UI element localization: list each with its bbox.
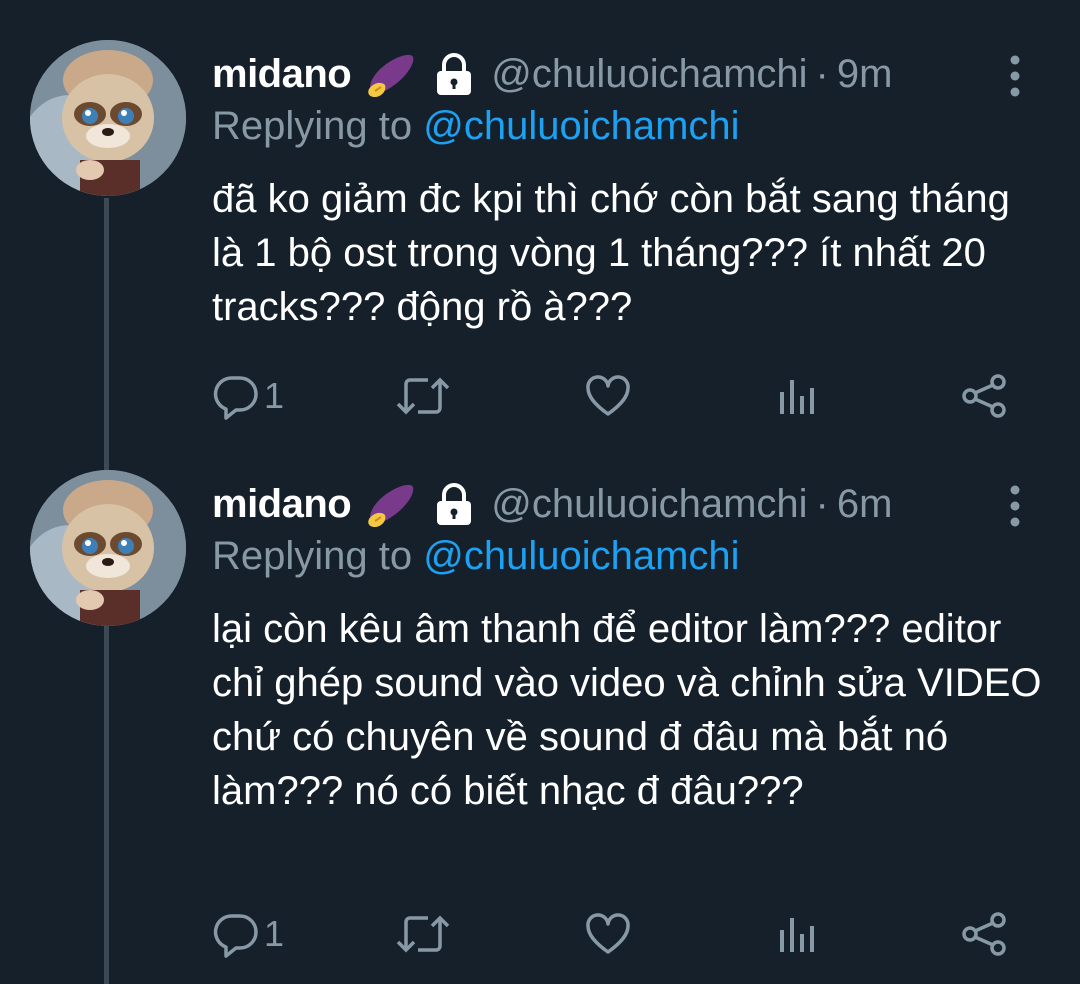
lock-icon (431, 481, 477, 527)
reply-count: 1 (264, 913, 285, 954)
lock-icon (431, 51, 477, 97)
analytics-button[interactable] (776, 366, 816, 426)
retweet-button[interactable] (396, 904, 450, 964)
mention-link[interactable]: @chuluoichamchi (423, 104, 739, 148)
more-vertical-icon[interactable] (1000, 54, 1030, 100)
share-button[interactable] (960, 904, 1008, 964)
avatar[interactable] (30, 470, 186, 626)
tweet-actions: 1 (212, 904, 1012, 964)
retweet-icon (396, 910, 450, 958)
timestamp[interactable]: 6m (837, 482, 893, 527)
tweet-text: đã ko giảm đc kpi thì chớ còn bắt sang t… (212, 177, 1010, 329)
analytics-icon (776, 910, 816, 958)
replying-to-label: Replying to (212, 534, 413, 578)
like-button[interactable] (584, 366, 632, 426)
tweet-text: lại còn kêu âm thanh để editor làm??? ed… (212, 607, 1042, 813)
like-icon (584, 910, 632, 958)
retweet-icon (396, 372, 450, 420)
like-button[interactable] (584, 904, 632, 964)
timestamp[interactable]: 9m (837, 52, 893, 97)
reply-button[interactable]: 1 (212, 366, 284, 426)
user-handle[interactable]: @chuluoichamchi (491, 482, 807, 527)
replying-to-label: Replying to (212, 104, 413, 148)
sweet-potato-icon (363, 47, 417, 101)
display-name[interactable]: midano (212, 52, 352, 97)
tweet-header: midano @chuluoichamchi · 9m (212, 44, 1012, 104)
reply-icon (212, 910, 260, 958)
tweet[interactable]: midano @chuluoichamchi · 9m Replying to … (0, 0, 1080, 430)
sweet-potato-icon (363, 477, 417, 531)
analytics-button[interactable] (776, 904, 816, 964)
replying-to: Replying to @chuluoichamchi (212, 534, 740, 579)
mention-link[interactable]: @chuluoichamchi (423, 534, 739, 578)
reply-button[interactable]: 1 (212, 904, 284, 964)
share-button[interactable] (960, 366, 1008, 426)
share-icon (960, 372, 1008, 420)
retweet-button[interactable] (396, 366, 450, 426)
like-icon (584, 372, 632, 420)
reply-icon (212, 372, 260, 420)
replying-to: Replying to @chuluoichamchi (212, 104, 740, 149)
separator-dot: · (815, 481, 829, 526)
tweet[interactable]: midano @chuluoichamchi · 6m Replying to … (0, 430, 1080, 984)
tweet-header: midano @chuluoichamchi · 6m (212, 474, 1012, 534)
tweet-actions: 1 (212, 366, 1012, 426)
separator-dot: · (815, 51, 829, 96)
share-icon (960, 910, 1008, 958)
display-name[interactable]: midano (212, 482, 352, 527)
reply-count: 1 (264, 375, 285, 416)
user-handle[interactable]: @chuluoichamchi (491, 52, 807, 97)
analytics-icon (776, 372, 816, 420)
avatar[interactable] (30, 40, 186, 196)
more-vertical-icon[interactable] (1000, 484, 1030, 530)
